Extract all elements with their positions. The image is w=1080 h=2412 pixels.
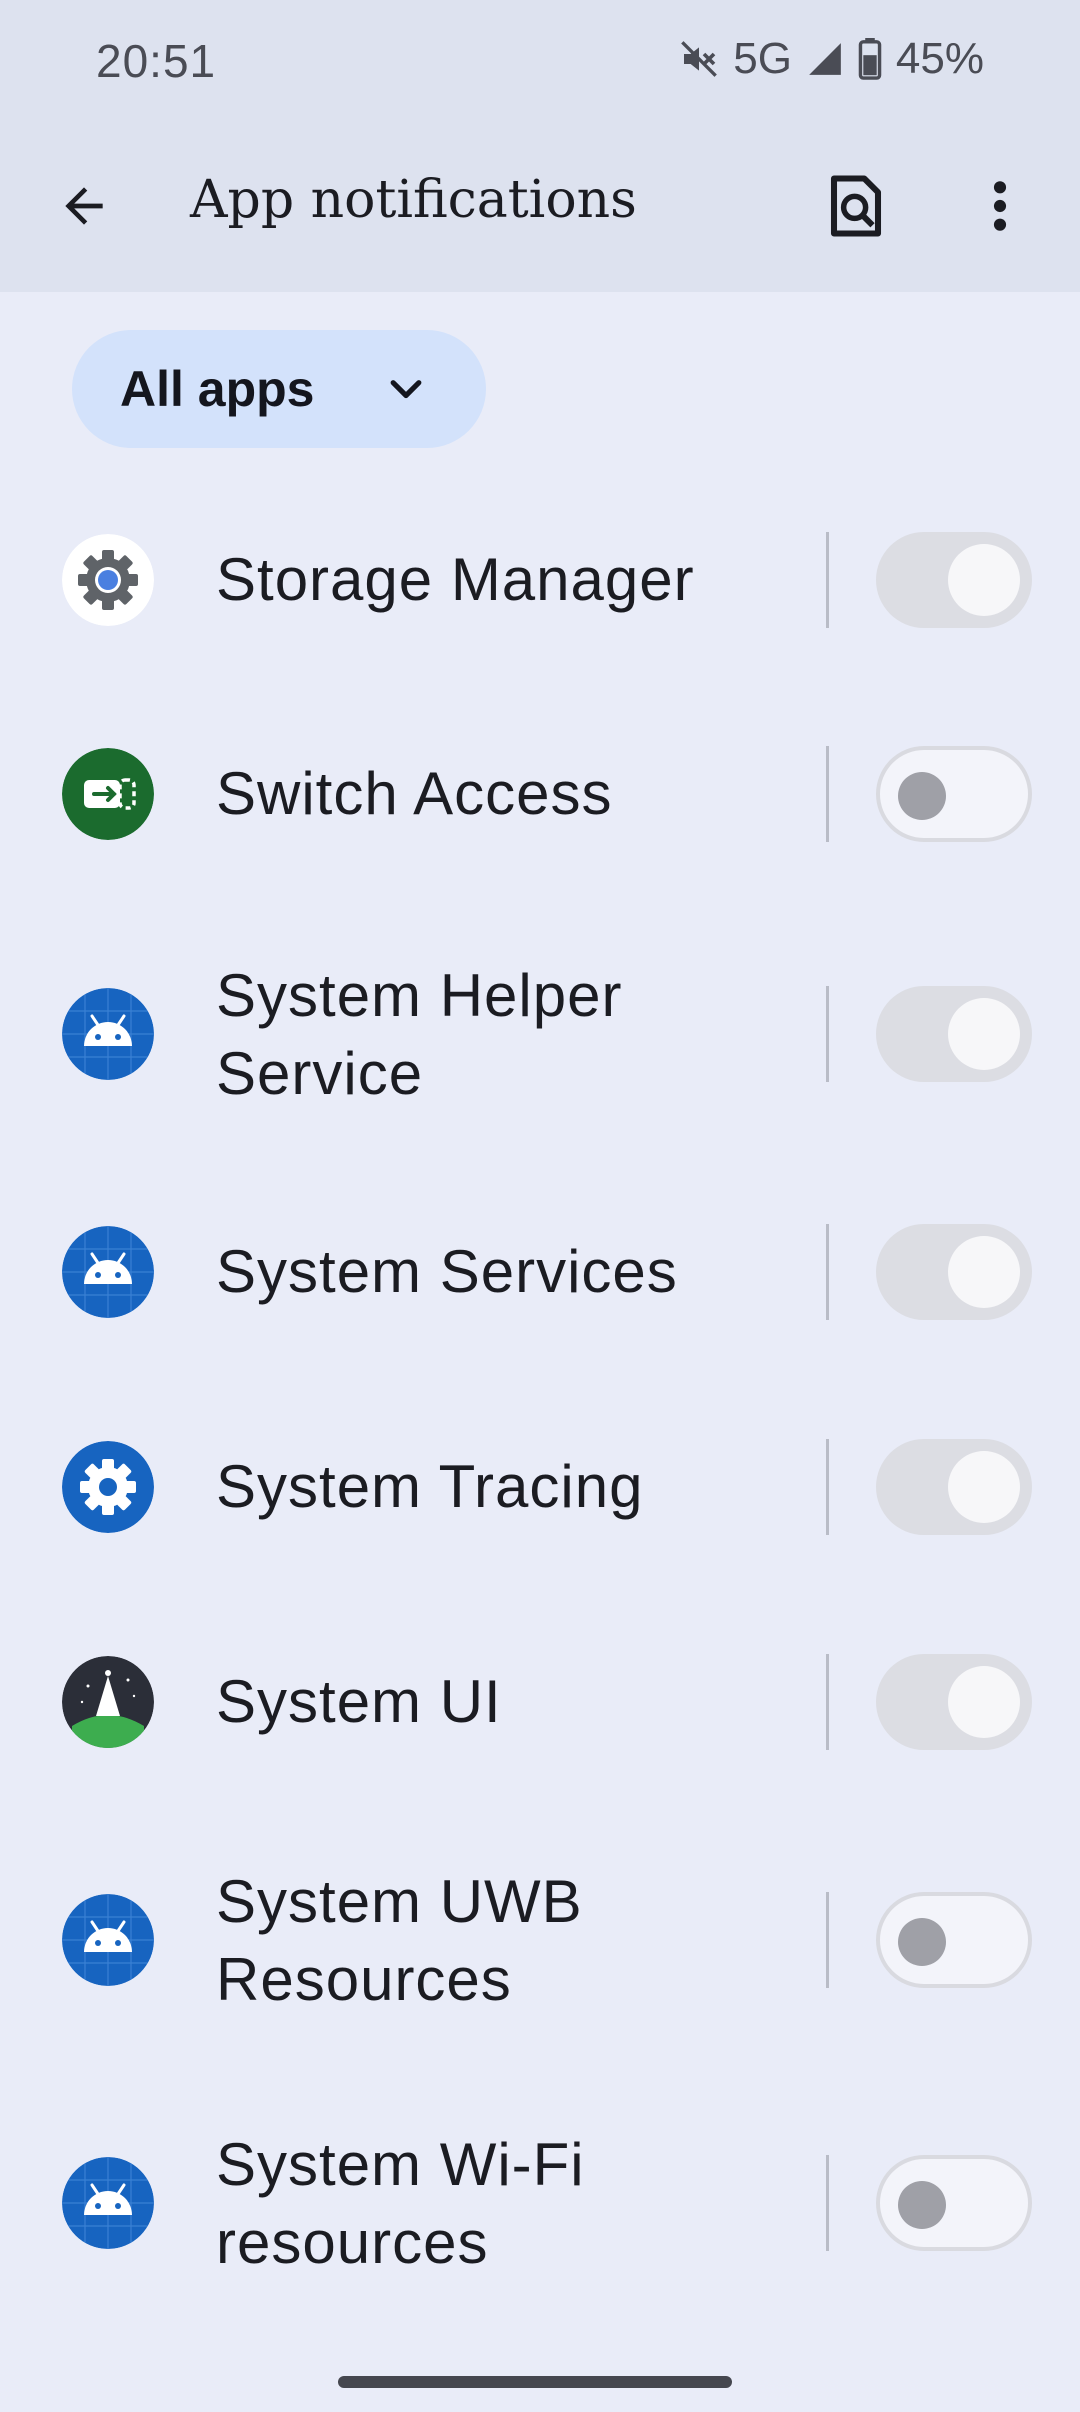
android-icon <box>62 2157 154 2249</box>
back-button[interactable] <box>48 172 120 244</box>
notification-toggle[interactable] <box>876 532 1032 628</box>
app-name: System UWB Resources <box>216 1868 583 2013</box>
app-name: System Wi-Fi resources <box>216 2131 585 2276</box>
divider <box>826 1439 829 1535</box>
toggle-thumb <box>948 544 1020 616</box>
divider <box>826 532 829 628</box>
divider <box>826 1654 829 1750</box>
search-settings-icon <box>827 173 885 244</box>
battery-percent: 45% <box>895 34 984 83</box>
switch-access-icon <box>62 748 154 840</box>
list-item[interactable]: System Tracing <box>0 1427 1080 1547</box>
list-item[interactable]: System UI <box>0 1642 1080 1762</box>
app-name: Storage Manager <box>216 546 695 613</box>
notification-toggle[interactable] <box>876 1224 1032 1320</box>
notification-toggle[interactable] <box>876 1654 1032 1750</box>
network-type: 5G <box>733 34 792 83</box>
notification-toggle[interactable] <box>876 1439 1032 1535</box>
home-indicator[interactable] <box>338 2376 732 2388</box>
notification-toggle[interactable] <box>876 746 1032 842</box>
status-time: 20:51 <box>96 35 217 87</box>
system-ui-icon <box>62 1656 154 1748</box>
app-name: System Helper Service <box>216 962 623 1107</box>
list-item[interactable]: System Wi-Fi resources <box>0 2123 1080 2283</box>
top-app-bar: 20:51 5G 45% App notifications <box>0 0 1080 292</box>
toggle-thumb <box>948 1666 1020 1738</box>
app-name: Switch Access <box>216 760 613 827</box>
divider <box>826 2155 829 2251</box>
app-name: System Tracing <box>216 1453 644 1520</box>
chevron-down-icon <box>384 368 428 417</box>
divider <box>826 1224 829 1320</box>
storage-manager-icon <box>62 534 154 626</box>
app-name: System UI <box>216 1668 502 1735</box>
list-item[interactable]: Storage Manager <box>0 520 1080 640</box>
divider <box>826 746 829 842</box>
more-options-button[interactable] <box>960 168 1040 248</box>
page-title: App notifications <box>190 170 637 230</box>
search-settings-button[interactable] <box>816 168 896 248</box>
divider <box>826 986 829 1082</box>
toggle-thumb <box>898 1918 946 1966</box>
android-icon <box>62 1894 154 1986</box>
filter-label: All apps <box>120 361 315 417</box>
toggle-thumb <box>898 772 946 820</box>
divider <box>826 1892 829 1988</box>
android-icon <box>62 1226 154 1318</box>
app-filter-dropdown[interactable]: All apps <box>72 330 486 448</box>
list-item[interactable]: System Helper Service <box>0 954 1080 1114</box>
app-name: System Services <box>216 1238 678 1305</box>
list-item[interactable]: System UWB Resources <box>0 1860 1080 2020</box>
android-icon <box>62 988 154 1080</box>
mute-icon <box>679 39 719 79</box>
notification-toggle[interactable] <box>876 2155 1032 2251</box>
toggle-thumb <box>898 2181 946 2229</box>
more-vert-icon <box>992 178 1008 239</box>
notification-toggle[interactable] <box>876 986 1032 1082</box>
notification-toggle[interactable] <box>876 1892 1032 1988</box>
signal-icon <box>806 39 844 79</box>
list-item[interactable]: Switch Access <box>0 734 1080 854</box>
battery-icon <box>858 38 882 80</box>
list-item[interactable]: System Services <box>0 1212 1080 1332</box>
status-icons: 5G 45% <box>679 34 984 84</box>
system-tracing-icon <box>62 1441 154 1533</box>
toggle-thumb <box>948 1451 1020 1523</box>
toggle-thumb <box>948 1236 1020 1308</box>
back-arrow-icon <box>56 178 112 239</box>
toggle-thumb <box>948 998 1020 1070</box>
